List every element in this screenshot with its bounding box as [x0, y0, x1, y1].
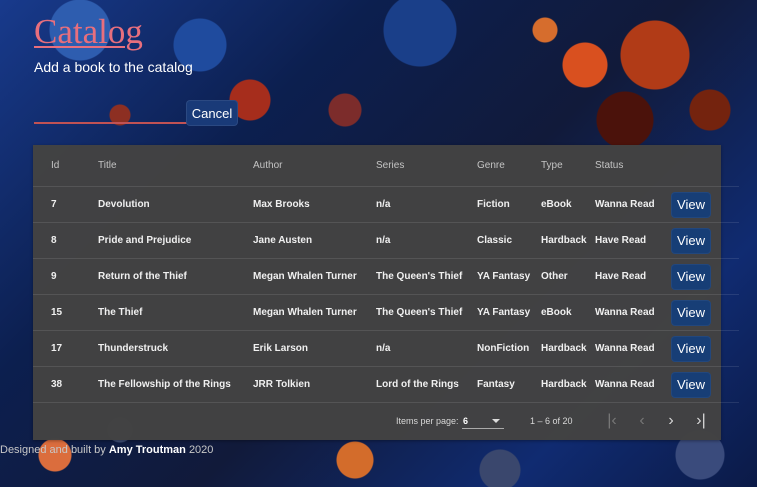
- cell-type: Hardback: [541, 366, 595, 403]
- cell-id: 17: [33, 330, 98, 367]
- view-button[interactable]: View: [671, 263, 711, 290]
- column-header-id[interactable]: Id: [33, 145, 98, 187]
- cell-status: Wanna Read: [595, 294, 667, 331]
- view-button[interactable]: View: [671, 371, 711, 398]
- cell-type: Hardback: [541, 330, 595, 367]
- cell-id: 7: [33, 186, 98, 223]
- cell-series: The Queen's Thief: [376, 258, 477, 295]
- footer-year: 2020: [188, 444, 214, 456]
- chevron-right-icon[interactable]: ›: [661, 412, 681, 430]
- table-row: 7 Devolution Max Brooks n/a Fiction eBoo…: [33, 186, 739, 223]
- catalog-table-card: Id Title Author Series Genre Type Status…: [33, 145, 739, 440]
- cell-action: View: [667, 258, 739, 295]
- view-button[interactable]: View: [671, 299, 711, 326]
- cell-author: Megan Whalen Turner: [253, 294, 376, 331]
- cell-action: View: [667, 222, 739, 259]
- cell-title: The Thief: [98, 294, 253, 331]
- column-header-series[interactable]: Series: [376, 145, 477, 187]
- cell-title: Thunderstruck: [98, 330, 253, 367]
- column-header-action: [667, 145, 739, 187]
- cell-status: Wanna Read: [595, 366, 667, 403]
- cell-action: View: [667, 186, 739, 223]
- footer-prefix: Designed and built by: [0, 444, 106, 456]
- cell-author: Megan Whalen Turner: [253, 258, 376, 295]
- cell-genre: Fiction: [477, 186, 541, 223]
- last-page-icon[interactable]: ›|: [691, 412, 711, 430]
- column-header-author[interactable]: Author: [253, 145, 376, 187]
- column-header-title[interactable]: Title: [98, 145, 253, 187]
- cell-title: Devolution: [98, 186, 253, 223]
- chevron-left-icon[interactable]: ‹: [632, 412, 652, 430]
- cell-genre: YA Fantasy: [477, 258, 541, 295]
- items-per-page-select[interactable]: 6: [462, 413, 504, 429]
- cell-status: Have Read: [595, 258, 667, 295]
- cell-id: 8: [33, 222, 98, 259]
- view-button[interactable]: View: [671, 335, 711, 362]
- column-header-type[interactable]: Type: [541, 145, 595, 187]
- cell-status: Wanna Read: [595, 186, 667, 223]
- table-row: 15 The Thief Megan Whalen Turner The Que…: [33, 294, 739, 331]
- page-range-label: 1 – 6 of 20: [530, 416, 573, 426]
- cell-id: 15: [33, 294, 98, 331]
- cell-title: The Fellowship of the Rings: [98, 366, 253, 403]
- cell-series: The Queen's Thief: [376, 294, 477, 331]
- cell-series: n/a: [376, 222, 477, 259]
- table-row: 17 Thunderstruck Erik Larson n/a NonFict…: [33, 330, 739, 367]
- cancel-button[interactable]: Cancel: [186, 100, 238, 126]
- cell-author: Max Brooks: [253, 186, 376, 223]
- table-paginator: Items per page: 6 1 – 6 of 20 |‹ ‹ › ›|: [33, 402, 721, 440]
- first-page-icon[interactable]: |‹: [602, 412, 622, 430]
- table-header-row: Id Title Author Series Genre Type Status: [33, 145, 739, 187]
- cell-title: Pride and Prejudice: [98, 222, 253, 259]
- cell-genre: Classic: [477, 222, 541, 259]
- items-per-page-value[interactable]: 6: [463, 416, 468, 426]
- cell-type: Other: [541, 258, 595, 295]
- cell-status: Have Read: [595, 222, 667, 259]
- cell-genre: Fantasy: [477, 366, 541, 403]
- cell-genre: YA Fantasy: [477, 294, 541, 331]
- column-header-genre[interactable]: Genre: [477, 145, 541, 187]
- page-subtitle: Add a book to the catalog: [34, 59, 193, 75]
- cell-series: n/a: [376, 186, 477, 223]
- table-row: 9 Return of the Thief Megan Whalen Turne…: [33, 258, 739, 295]
- cell-action: View: [667, 366, 739, 403]
- cell-genre: NonFiction: [477, 330, 541, 367]
- cell-author: JRR Tolkien: [253, 366, 376, 403]
- table-row: 8 Pride and Prejudice Jane Austen n/a Cl…: [33, 222, 739, 259]
- cell-type: Hardback: [541, 222, 595, 259]
- cell-author: Jane Austen: [253, 222, 376, 259]
- catalog-table: Id Title Author Series Genre Type Status…: [33, 145, 739, 403]
- cell-type: eBook: [541, 186, 595, 223]
- cell-action: View: [667, 294, 739, 331]
- view-button[interactable]: View: [671, 227, 711, 254]
- page-footer: Designed and built by Amy Troutman 2020: [0, 444, 213, 456]
- column-header-status[interactable]: Status: [595, 145, 667, 187]
- cell-id: 38: [33, 366, 98, 403]
- cell-series: Lord of the Rings: [376, 366, 477, 403]
- cell-id: 9: [33, 258, 98, 295]
- table-row: 38 The Fellowship of the Rings JRR Tolki…: [33, 366, 739, 403]
- view-button[interactable]: View: [671, 191, 711, 218]
- cell-series: n/a: [376, 330, 477, 367]
- cell-type: eBook: [541, 294, 595, 331]
- page-title: Catalog: [34, 12, 143, 51]
- cell-action: View: [667, 330, 739, 367]
- input-underline: [34, 122, 188, 124]
- chevron-down-icon: [492, 419, 500, 423]
- footer-author: Amy Troutman: [108, 444, 186, 456]
- cell-author: Erik Larson: [253, 330, 376, 367]
- items-per-page-label: Items per page:: [396, 416, 459, 426]
- cell-status: Wanna Read: [595, 330, 667, 367]
- cell-title: Return of the Thief: [98, 258, 253, 295]
